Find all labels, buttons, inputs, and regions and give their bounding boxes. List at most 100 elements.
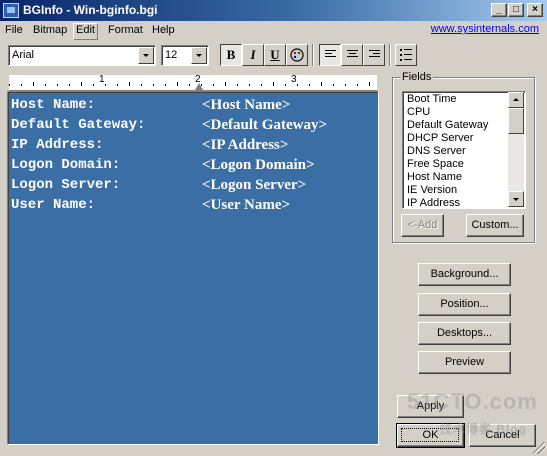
menu-format[interactable]: Format	[106, 23, 145, 38]
scroll-thumb[interactable]	[508, 108, 524, 134]
maximize-button[interactable]: □	[508, 3, 524, 17]
add-field-button[interactable]: <-Add	[401, 214, 444, 237]
field-item[interactable]: Free Space	[407, 158, 464, 171]
ruler-tick	[69, 84, 70, 86]
font-value: Arial	[12, 49, 35, 61]
ruler-tick	[165, 84, 166, 86]
field-item[interactable]: CPU	[407, 106, 430, 119]
field-item[interactable]: DNS Server	[407, 145, 466, 158]
bold-button[interactable]: B	[220, 44, 242, 66]
field-item[interactable]: Default Gateway	[407, 119, 488, 132]
align-center-button[interactable]	[341, 44, 363, 66]
ruler-tick	[9, 84, 10, 86]
close-button[interactable]: ×	[527, 3, 543, 17]
font-size-dropdown-arrow-icon[interactable]	[191, 47, 207, 64]
editor-label: Logon Server:	[11, 177, 121, 193]
window-title: BGInfo - Win-bginfo.bgi	[23, 3, 158, 17]
scroll-down-icon[interactable]	[508, 191, 524, 207]
field-item[interactable]: IP Address	[407, 197, 460, 208]
ruler-tick	[369, 82, 370, 86]
ruler[interactable]: 1 2 3	[9, 75, 377, 91]
ruler-tick	[81, 82, 82, 86]
editor-field: <Host Name>	[202, 97, 291, 113]
menu-bitmap[interactable]: Bitmap	[31, 23, 69, 38]
ruler-tick	[345, 84, 346, 86]
menu-edit[interactable]: Edit	[73, 23, 98, 40]
ruler-tick	[45, 84, 46, 86]
bullet-list-icon	[400, 49, 412, 61]
font-size-select[interactable]: 12	[161, 45, 209, 66]
tab-marker-icon[interactable]	[195, 83, 203, 90]
ruler-tick	[261, 84, 262, 86]
underline-button[interactable]: U	[264, 44, 286, 66]
color-button[interactable]	[286, 44, 308, 66]
align-right-button[interactable]	[363, 44, 385, 66]
align-left-button[interactable]	[319, 44, 341, 66]
position-button[interactable]: Position...	[418, 293, 511, 316]
ruler-tick	[273, 82, 274, 86]
field-item[interactable]: Host Name	[407, 171, 462, 184]
align-right-icon	[369, 50, 380, 60]
app-icon	[3, 3, 19, 18]
ruler-tick	[93, 84, 94, 86]
editor-label: Host Name:	[11, 97, 96, 113]
ruler-number: 3	[291, 75, 297, 85]
menu-file[interactable]: File	[3, 23, 25, 38]
ruler-tick	[177, 82, 178, 86]
ruler-tick	[141, 84, 142, 86]
layout-editor[interactable]: Host Name: <Host Name> Default Gateway: …	[7, 91, 379, 445]
ruler-tick	[333, 84, 334, 86]
font-size-value: 12	[165, 49, 178, 61]
ruler-tick	[57, 84, 58, 86]
font-select[interactable]: Arial	[8, 45, 156, 66]
align-left-icon	[325, 50, 336, 60]
toolbar-separator	[312, 44, 314, 66]
scroll-up-icon[interactable]	[508, 92, 524, 108]
font-dropdown-arrow-icon[interactable]	[138, 47, 154, 64]
ruler-tick	[309, 84, 310, 86]
background-button[interactable]: Background...	[418, 263, 511, 286]
toolbar-separator	[389, 44, 391, 66]
field-item[interactable]: Boot Time	[407, 93, 457, 106]
desktops-button[interactable]: Desktops...	[418, 322, 511, 345]
editor-label: Logon Domain:	[11, 157, 121, 173]
editor-field: <User Name>	[202, 197, 291, 213]
ruler-tick	[21, 84, 22, 86]
field-item[interactable]: IE Version	[407, 184, 457, 197]
ruler-tick	[153, 84, 154, 86]
align-center-icon	[347, 50, 358, 60]
ruler-tick	[321, 82, 322, 86]
editor-field: <IP Address>	[202, 137, 289, 153]
title-bar[interactable]: BGInfo - Win-bginfo.bgi _ □ ×	[0, 0, 547, 21]
sysinternals-link[interactable]: www.sysinternals.com	[431, 23, 539, 35]
preview-button[interactable]: Preview	[418, 351, 511, 374]
ruler-tick	[129, 82, 130, 86]
editor-field: <Default Gateway>	[202, 117, 327, 133]
ruler-tick	[189, 84, 190, 86]
ruler-tick	[213, 84, 214, 86]
palette-icon	[290, 48, 304, 62]
editor-label: User Name:	[11, 197, 96, 213]
menu-help[interactable]: Help	[150, 23, 177, 38]
fields-scrollbar[interactable]	[508, 92, 524, 207]
ruler-tick	[225, 82, 226, 86]
ruler-tick	[105, 84, 106, 86]
ok-label: OK	[422, 429, 439, 441]
ruler-tick	[297, 84, 298, 86]
watermark: 51CTO.com	[407, 389, 538, 414]
resize-grip-icon[interactable]	[533, 442, 545, 454]
watermark-subtext: 技术博客 Blog	[440, 422, 527, 436]
editor-label: Default Gateway:	[11, 117, 146, 133]
editor-field: <Logon Domain>	[202, 157, 315, 173]
ruler-tick	[33, 82, 34, 86]
custom-field-button[interactable]: Custom...	[466, 214, 524, 237]
italic-button[interactable]: I	[242, 44, 264, 66]
editor-label: IP Address:	[11, 137, 104, 153]
ruler-tick	[357, 84, 358, 86]
bullets-button[interactable]	[395, 44, 417, 66]
ruler-tick	[285, 84, 286, 86]
ruler-tick	[249, 84, 250, 86]
field-item[interactable]: DHCP Server	[407, 132, 473, 145]
ruler-tick	[117, 84, 118, 86]
minimize-button[interactable]: _	[491, 3, 507, 17]
